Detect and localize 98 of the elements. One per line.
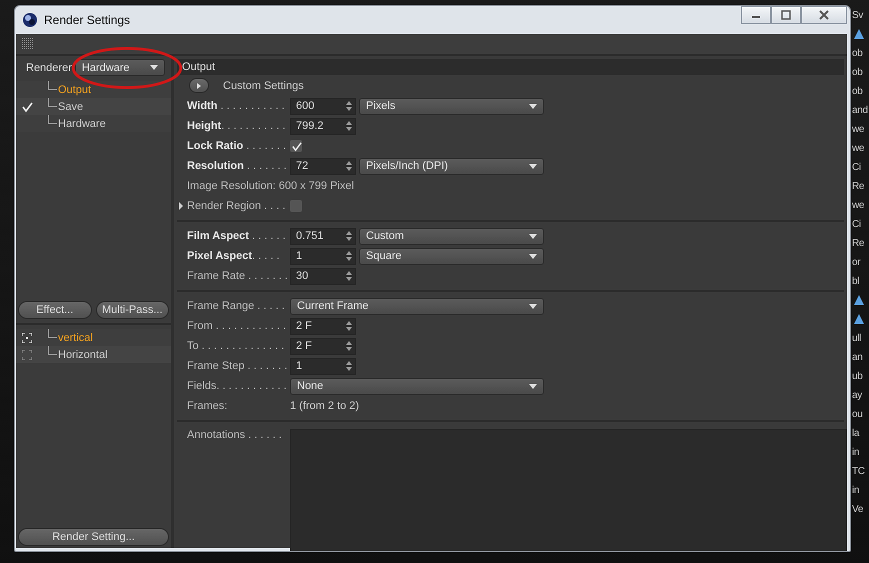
background-text: Sv (852, 9, 864, 23)
field-label: Lock Ratio . . . . . . . (187, 140, 286, 152)
field-label: Height. . . . . . . . . . . (187, 120, 286, 132)
field-label: Frame Rate . . . . . . . (187, 270, 288, 282)
background-text: bl (852, 275, 860, 289)
spinner-arrows-icon[interactable] (346, 101, 352, 111)
maximize-button[interactable] (771, 6, 801, 24)
frames-value: 1 (from 2 to 2) (290, 400, 360, 412)
annotations-field[interactable] (290, 429, 847, 551)
background-text: and (852, 104, 868, 118)
background-text: ull (852, 332, 862, 346)
window-title: Render Settings (44, 13, 130, 27)
field-label: Width . . . . . . . . . . . (187, 100, 285, 112)
panel-button[interactable]: Effect... (18, 301, 92, 319)
background-text: la (852, 427, 860, 441)
close-button[interactable] (801, 6, 847, 24)
nav-item[interactable]: Hardware (58, 118, 106, 130)
field-label: Frame Range . . . . . (187, 300, 285, 312)
background-text: ob (852, 47, 864, 61)
dropdown[interactable]: Square (359, 248, 544, 264)
nav-item[interactable]: Output (58, 84, 92, 96)
renderer-label: Renderer (26, 62, 72, 74)
sphere-icon (22, 12, 38, 28)
background-text: an (852, 351, 864, 365)
field-label: Film Aspect . . . . . . (187, 230, 286, 242)
field-label: Render Region . . . . (187, 200, 286, 212)
number-field[interactable]: 2 F (290, 318, 356, 334)
background-text: ob (852, 66, 864, 80)
checkbox[interactable] (290, 200, 302, 212)
caret-icon (529, 234, 537, 238)
nav-item[interactable]: Save (58, 100, 84, 112)
background-text: Re (852, 180, 866, 194)
checkmark-icon[interactable] (21, 100, 33, 112)
section-header: Output (177, 59, 844, 75)
effect-item[interactable]: vertical (58, 332, 93, 344)
number-field[interactable]: 30 (290, 268, 356, 284)
image-resolution-text: Image Resolution: 600 x 799 Pixel (187, 180, 354, 192)
spinner-arrows-icon[interactable] (346, 231, 352, 241)
number-field[interactable]: 2 F (290, 338, 356, 354)
play-button[interactable] (189, 78, 209, 93)
spinner-arrows-icon[interactable] (346, 341, 352, 351)
spinner-arrows-icon[interactable] (346, 121, 352, 131)
number-field[interactable]: 1 (290, 358, 356, 374)
background-text: Ci (852, 218, 862, 232)
dropdown[interactable]: None (290, 378, 544, 394)
background-text: we (852, 142, 866, 156)
maximize-icon (781, 10, 791, 20)
spinner-arrows-icon[interactable] (346, 321, 352, 331)
minimize-button[interactable] (741, 6, 771, 24)
number-field[interactable]: 72 (290, 158, 356, 174)
field-label: To . . . . . . . . . . . . . . (187, 340, 284, 352)
render-setting-button[interactable]: Render Setting... (18, 528, 169, 546)
field-label: Annotations . . . . . . (187, 429, 283, 441)
spinner-arrows-icon[interactable] (346, 161, 352, 171)
checkbox[interactable] (290, 140, 302, 152)
renderer-dropdown[interactable]: Hardware (74, 59, 165, 76)
spinner-arrows-icon[interactable] (346, 271, 352, 281)
dropdown[interactable]: Current Frame (290, 298, 544, 314)
background-text: ay (852, 389, 864, 403)
field-label: Fields. . . . . . . . . . . . (187, 380, 287, 392)
background-text: we (852, 123, 866, 137)
background-text: ou (852, 408, 864, 422)
background-text: ub (852, 370, 864, 384)
custom-settings-label: Custom Settings (223, 80, 304, 92)
caret-icon (529, 304, 537, 308)
play-icon (197, 82, 201, 88)
dropdown[interactable]: Pixels (359, 98, 544, 114)
background-text: in (852, 484, 860, 498)
caret-icon (529, 254, 537, 258)
spinner-arrows-icon[interactable] (346, 361, 352, 371)
dropdown[interactable]: Pixels/Inch (DPI) (359, 158, 544, 174)
background-text: TC (852, 465, 866, 479)
field-label: Frame Step . . . . . . . (187, 360, 288, 372)
number-field[interactable]: 799.2 (290, 118, 356, 134)
spinner-arrows-icon[interactable] (346, 251, 352, 261)
expand-arrow-icon[interactable] (179, 202, 183, 210)
close-icon (819, 10, 829, 20)
background-text: or (852, 256, 862, 270)
triangle-icon (854, 29, 864, 39)
background-text: Ci (852, 161, 862, 175)
number-field[interactable]: 1 (290, 248, 356, 264)
background-text: ob (852, 85, 864, 99)
background-text: Re (852, 237, 866, 251)
dropdown[interactable]: Custom (359, 228, 544, 244)
caret-icon (529, 384, 537, 388)
background-text: we (852, 199, 866, 213)
number-field[interactable]: 600 (290, 98, 356, 114)
field-label: Pixel Aspect. . . . . (187, 250, 280, 262)
caret-icon (529, 104, 537, 108)
caret-icon (529, 164, 537, 168)
background-text: Ve (852, 503, 864, 517)
panel-button[interactable]: Multi-Pass... (96, 301, 169, 319)
background-text: in (852, 446, 860, 460)
field-label: Frames: (187, 400, 228, 412)
number-field[interactable]: 0.751 (290, 228, 356, 244)
caret-icon (150, 65, 158, 70)
field-label: Resolution . . . . . . . (187, 160, 287, 172)
field-label: From . . . . . . . . . . . . (187, 320, 286, 332)
